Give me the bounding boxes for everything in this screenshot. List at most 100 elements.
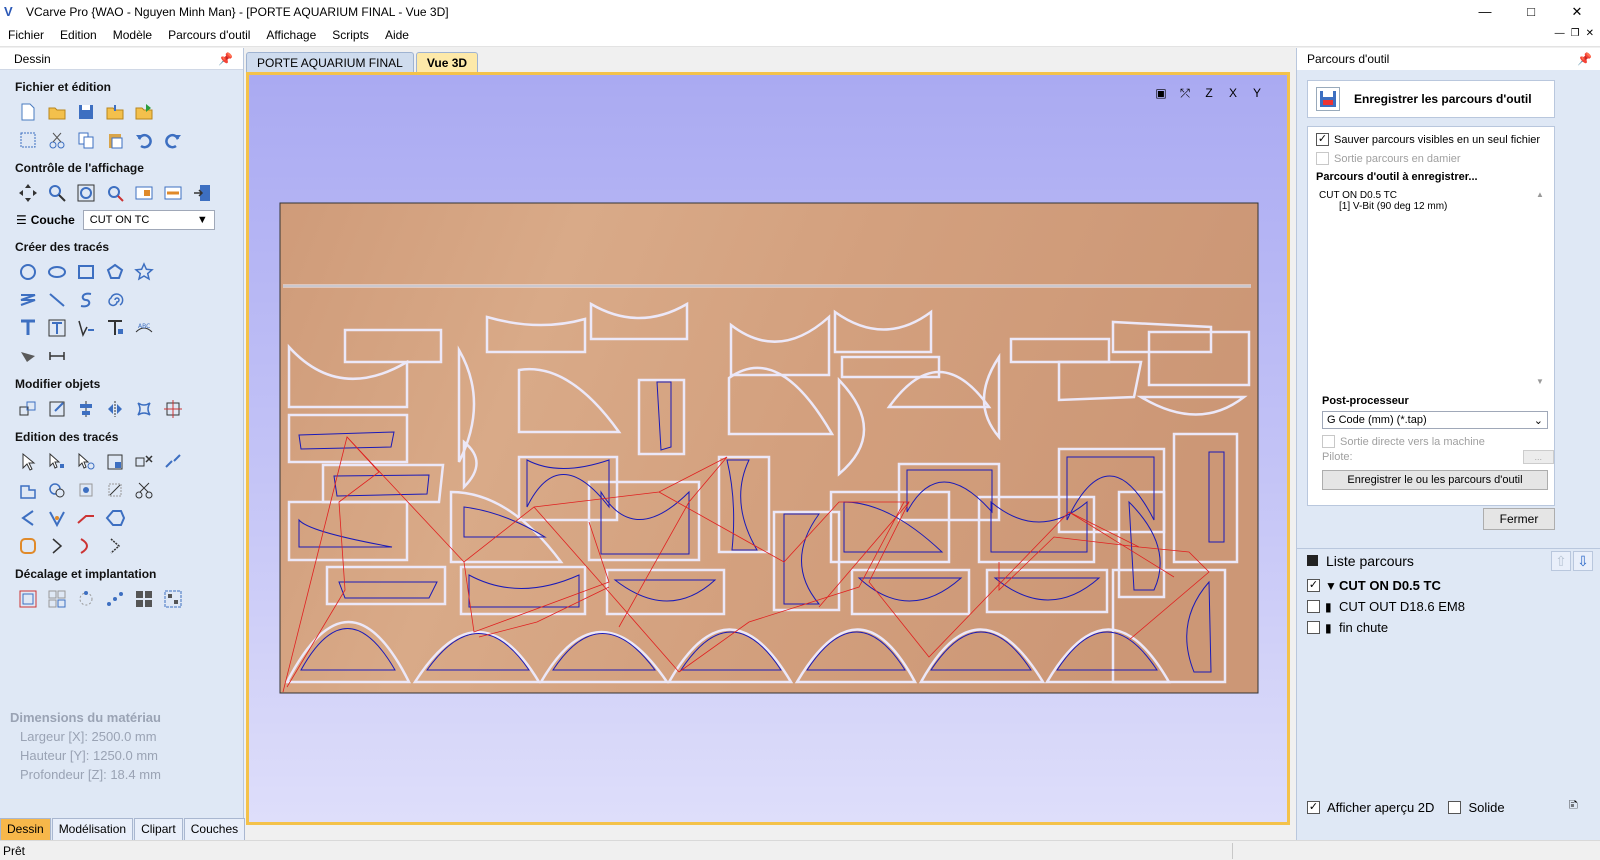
- extend-icon[interactable]: [74, 506, 97, 529]
- auto-nest-icon[interactable]: [161, 587, 184, 610]
- postprocessor-select[interactable]: G Code (mm) (*.tap) ⌄: [1322, 411, 1548, 429]
- smooth-icon[interactable]: [16, 534, 39, 557]
- circular-array-icon[interactable]: [74, 587, 97, 610]
- line-tool-icon[interactable]: [45, 288, 68, 311]
- weld-icon[interactable]: [16, 478, 39, 501]
- arc-right-icon[interactable]: [74, 534, 97, 557]
- toolpath-checkbox[interactable]: [1307, 621, 1320, 634]
- star-tool-icon[interactable]: [132, 260, 155, 283]
- tab-vue-3d[interactable]: Vue 3D: [415, 52, 479, 73]
- ellipse-tool-icon[interactable]: [45, 260, 68, 283]
- copy-along-vector-icon[interactable]: [103, 587, 126, 610]
- new-file-icon[interactable]: [16, 100, 39, 123]
- redo-icon[interactable]: [161, 128, 184, 151]
- save-files-button[interactable]: Enregistrer le ou les parcours d'outil: [1322, 470, 1548, 490]
- document-icon[interactable]: 🗈: [1569, 796, 1579, 818]
- dimension-tool-icon[interactable]: [16, 344, 39, 367]
- pan-icon[interactable]: [16, 181, 39, 204]
- save-toolpaths-button[interactable]: Enregistrer les parcours d'outil: [1307, 80, 1555, 118]
- move-down-icon[interactable]: ⇩: [1573, 551, 1593, 571]
- menu-parcours[interactable]: Parcours d'outil: [160, 28, 258, 42]
- menu-scripts[interactable]: Scripts: [324, 28, 377, 42]
- align-tool-icon[interactable]: [74, 397, 97, 420]
- layer-select[interactable]: CUT ON TC ▼: [82, 210, 215, 230]
- close-vector-icon[interactable]: [103, 506, 126, 529]
- tab-couches[interactable]: Couches: [183, 818, 246, 840]
- join-vectors-icon[interactable]: [161, 450, 184, 473]
- dotted-chevron-icon[interactable]: [103, 534, 126, 557]
- menu-affichage[interactable]: Affichage: [258, 28, 324, 42]
- intersect-icon[interactable]: [74, 478, 97, 501]
- mdi-minimize-icon[interactable]: —: [1555, 28, 1565, 39]
- tab-porte-aquarium[interactable]: PORTE AQUARIUM FINAL: [246, 52, 414, 73]
- close-window-button[interactable]: ✕: [1554, 0, 1600, 23]
- node-edit-icon[interactable]: [45, 450, 68, 473]
- minimize-button[interactable]: —: [1462, 0, 1508, 23]
- fillet-icon[interactable]: [45, 506, 68, 529]
- toolpath-item[interactable]: ▮ CUT OUT D18.6 EM8: [1307, 599, 1465, 614]
- polyline-tool-icon[interactable]: [16, 288, 39, 311]
- single-file-checkbox[interactable]: ✓: [1316, 133, 1329, 146]
- spiral-tool-icon[interactable]: [103, 288, 126, 311]
- y-view-icon[interactable]: Y: [1247, 83, 1267, 103]
- collapse-square-icon[interactable]: [1307, 555, 1318, 566]
- pin-icon[interactable]: 📌: [1577, 52, 1592, 66]
- toolpaths-list-scrollbar[interactable]: ▲ ▼: [1535, 190, 1545, 386]
- bracket-right-icon[interactable]: [45, 534, 68, 557]
- iso-view-icon[interactable]: ⤱: [1175, 83, 1195, 103]
- toolpath-checkbox[interactable]: ✓: [1307, 579, 1320, 592]
- close-button[interactable]: Fermer: [1483, 508, 1555, 530]
- layout-2d-icon[interactable]: [132, 181, 155, 204]
- save-icon[interactable]: [74, 100, 97, 123]
- text-autolayout-icon[interactable]: [103, 316, 126, 339]
- nesting-icon[interactable]: [132, 587, 155, 610]
- menu-fichier[interactable]: Fichier: [0, 28, 52, 42]
- text-arc-icon[interactable]: ABC: [132, 316, 155, 339]
- zoom-extents-icon[interactable]: ▣: [1151, 83, 1171, 103]
- select-tool-icon[interactable]: [16, 450, 39, 473]
- tab-clipart[interactable]: Clipart: [134, 818, 183, 840]
- zoom-selection-icon[interactable]: [103, 181, 126, 204]
- text-tool-icon[interactable]: [16, 316, 39, 339]
- rectangle-tool-icon[interactable]: [74, 260, 97, 283]
- curve-tool-icon[interactable]: [74, 288, 97, 311]
- 3d-viewport[interactable]: ▣ ⤱ Z X Y: [246, 72, 1290, 825]
- trim-icon[interactable]: [103, 478, 126, 501]
- copy-icon[interactable]: [74, 128, 97, 151]
- tab-modelisation[interactable]: Modélisation: [51, 818, 134, 840]
- subtract-icon[interactable]: [45, 478, 68, 501]
- layout-3d-icon[interactable]: [161, 181, 184, 204]
- interactive-select-icon[interactable]: [74, 450, 97, 473]
- import-bitmap-icon[interactable]: [132, 100, 155, 123]
- chevron-left-tool-icon[interactable]: [16, 506, 39, 529]
- zoom-box-icon[interactable]: [45, 181, 68, 204]
- pin-icon[interactable]: 📌: [218, 52, 233, 66]
- toolpath-checkbox[interactable]: [1307, 600, 1320, 613]
- menu-modele[interactable]: Modèle: [105, 28, 160, 42]
- import-icon[interactable]: [103, 100, 126, 123]
- x-view-icon[interactable]: X: [1223, 83, 1243, 103]
- job-setup-icon[interactable]: [16, 128, 39, 151]
- move-up-icon[interactable]: ⇧: [1551, 551, 1571, 571]
- scroll-up-icon[interactable]: ▲: [1536, 190, 1544, 199]
- move-tool-icon[interactable]: [16, 397, 39, 420]
- array-copy-icon[interactable]: [45, 587, 68, 610]
- polygon-tool-icon[interactable]: [103, 260, 126, 283]
- select-layer-icon[interactable]: [103, 450, 126, 473]
- toolpath-item[interactable]: ✓ ▼ CUT ON D0.5 TC: [1307, 578, 1465, 593]
- maximize-button[interactable]: □: [1508, 0, 1554, 23]
- offset-icon[interactable]: [16, 587, 39, 610]
- cut-icon[interactable]: [45, 128, 68, 151]
- open-file-icon[interactable]: [45, 100, 68, 123]
- menu-edition[interactable]: Edition: [52, 28, 105, 42]
- text-box-tool-icon[interactable]: [45, 316, 68, 339]
- tab-dessin[interactable]: Dessin: [0, 818, 51, 840]
- show-2d-checkbox[interactable]: ✓: [1307, 800, 1320, 814]
- text-on-curve-icon[interactable]: [74, 316, 97, 339]
- solid-checkbox[interactable]: [1448, 800, 1462, 814]
- switch-view-icon[interactable]: [190, 181, 213, 204]
- scissors-icon[interactable]: [132, 478, 155, 501]
- toolpath-item[interactable]: ▮ fin chute: [1307, 620, 1465, 635]
- delete-similar-icon[interactable]: [132, 450, 155, 473]
- mirror-tool-icon[interactable]: [103, 397, 126, 420]
